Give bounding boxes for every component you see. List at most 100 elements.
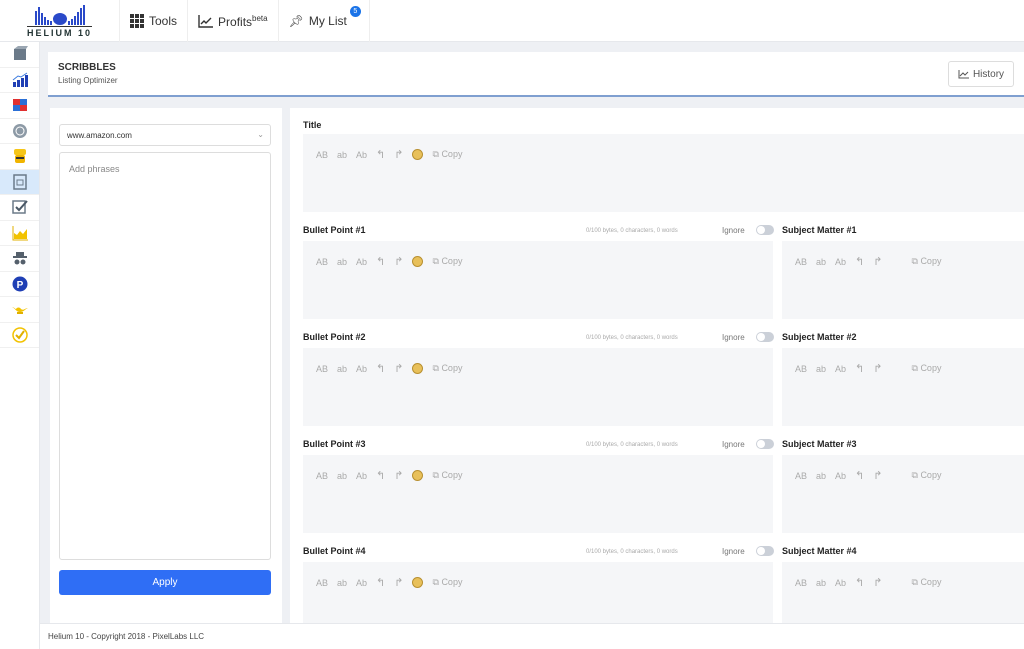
copy-button[interactable]: ⧉ Copy — [432, 149, 462, 160]
subject-matter-field[interactable]: AB ab Ab ↰ ↱ ⧉ Copy — [782, 241, 1024, 319]
undo-icon[interactable]: ↰ — [855, 255, 864, 268]
phrases-textarea[interactable]: Add phrases — [59, 152, 271, 560]
copy-icon: ⧉ — [432, 149, 439, 159]
copy-button[interactable]: ⧉ Copy — [911, 256, 941, 267]
sidebar-item-chef[interactable] — [0, 144, 39, 170]
redo-icon[interactable]: ↱ — [394, 255, 403, 268]
sidebar-item-scribbles[interactable] — [0, 169, 39, 195]
sidebar-item-p[interactable]: P — [0, 272, 39, 297]
copy-button[interactable]: ⧉ Copy — [432, 470, 462, 481]
sidebar-item-spy[interactable] — [0, 246, 39, 272]
subject-matter-label: Subject Matter #3 — [782, 439, 857, 449]
uppercase-button[interactable]: AB — [316, 578, 328, 588]
redo-icon[interactable]: ↱ — [873, 469, 882, 482]
titlecase-button[interactable]: Ab — [356, 257, 367, 267]
tab-profits[interactable]: Profitsbeta — [188, 0, 279, 42]
emoji-icon[interactable] — [412, 577, 424, 588]
subject-matter-label: Subject Matter #1 — [782, 225, 857, 235]
sidebar-item-brain[interactable] — [0, 119, 39, 144]
ignore-toggle[interactable] — [756, 225, 774, 235]
uppercase-button[interactable]: AB — [316, 364, 328, 374]
titlecase-button[interactable]: Ab — [356, 150, 367, 160]
copy-icon: ⧉ — [432, 470, 439, 480]
marketplace-select[interactable]: www.amazon.com ⌄ — [59, 124, 271, 146]
undo-icon[interactable]: ↰ — [855, 576, 864, 589]
check-circle-icon — [11, 327, 28, 343]
lowercase-button[interactable]: ab — [816, 578, 826, 588]
subject-matter-field[interactable]: AB ab Ab ↰ ↱ ⧉ Copy — [782, 348, 1024, 426]
lowercase-button[interactable]: ab — [337, 364, 347, 374]
area-chart-icon — [12, 225, 28, 241]
redo-icon[interactable]: ↱ — [873, 576, 882, 589]
listing-editor: Title AB ab Ab ↰ ↱ ⧉ Copy Bullet Point #… — [290, 108, 1024, 640]
undo-icon[interactable]: ↰ — [855, 469, 864, 482]
lowercase-button[interactable]: ab — [337, 578, 347, 588]
copy-icon: ⧉ — [432, 363, 439, 373]
redo-icon[interactable]: ↱ — [873, 362, 882, 375]
bullet-field[interactable]: AB ab Ab ↰ ↱ ⧉ Copy — [303, 241, 773, 319]
page-subtitle: Listing Optimizer — [58, 76, 118, 85]
undo-icon[interactable]: ↰ — [376, 148, 385, 161]
uppercase-button[interactable]: AB — [795, 471, 807, 481]
ignore-toggle[interactable] — [756, 439, 774, 449]
helium10-logo[interactable]: HELIUM 10 — [0, 0, 120, 42]
undo-icon[interactable]: ↰ — [376, 576, 385, 589]
sidebar-item-bar-chart[interactable] — [0, 68, 39, 93]
copy-button[interactable]: ⧉ Copy — [911, 470, 941, 481]
top-navbar: HELIUM 10 Tools Profitsbeta 📌︎ My List 5 — [0, 0, 1024, 42]
bullet-field[interactable]: AB ab Ab ↰ ↱ ⧉ Copy — [303, 348, 773, 426]
copy-button[interactable]: ⧉ Copy — [911, 577, 941, 588]
undo-icon[interactable]: ↰ — [376, 255, 385, 268]
sidebar-item-cube[interactable] — [0, 42, 39, 68]
lowercase-button[interactable]: ab — [337, 471, 347, 481]
copy-button[interactable]: ⧉ Copy — [911, 363, 941, 374]
undo-icon[interactable]: ↰ — [376, 469, 385, 482]
uppercase-button[interactable]: AB — [795, 578, 807, 588]
uppercase-button[interactable]: AB — [795, 257, 807, 267]
copy-button[interactable]: ⧉ Copy — [432, 256, 462, 267]
undo-icon[interactable]: ↰ — [855, 362, 864, 375]
lowercase-button[interactable]: ab — [816, 471, 826, 481]
lowercase-button[interactable]: ab — [337, 257, 347, 267]
copy-button[interactable]: ⧉ Copy — [432, 577, 462, 588]
title-field[interactable]: AB ab Ab ↰ ↱ ⧉ Copy — [303, 134, 1024, 212]
tab-tools[interactable]: Tools — [120, 0, 189, 42]
titlecase-button[interactable]: Ab — [356, 578, 367, 588]
apply-button[interactable]: Apply — [59, 570, 271, 595]
sidebar-item-area-chart[interactable] — [0, 221, 39, 246]
bullet-field[interactable]: AB ab Ab ↰ ↱ ⧉ Copy — [303, 455, 773, 533]
titlecase-button[interactable]: Ab — [835, 257, 846, 267]
uppercase-button[interactable]: AB — [316, 257, 328, 267]
uppercase-button[interactable]: AB — [795, 364, 807, 374]
emoji-icon[interactable] — [412, 470, 424, 481]
emoji-icon[interactable] — [412, 363, 424, 374]
sidebar-item-checkbox[interactable] — [0, 195, 39, 221]
undo-icon[interactable]: ↰ — [376, 362, 385, 375]
emoji-icon[interactable] — [412, 256, 424, 267]
sidebar-item-genie[interactable] — [0, 297, 39, 323]
redo-icon[interactable]: ↱ — [394, 469, 403, 482]
subject-matter-field[interactable]: AB ab Ab ↰ ↱ ⧉ Copy — [782, 455, 1024, 533]
redo-icon[interactable]: ↱ — [394, 148, 403, 161]
ignore-toggle[interactable] — [756, 546, 774, 556]
lowercase-button[interactable]: ab — [816, 364, 826, 374]
redo-icon[interactable]: ↱ — [394, 576, 403, 589]
lowercase-button[interactable]: ab — [337, 150, 347, 160]
sidebar-item-check-circle[interactable] — [0, 323, 39, 348]
copy-button[interactable]: ⧉ Copy — [432, 363, 462, 374]
redo-icon[interactable]: ↱ — [873, 255, 882, 268]
titlecase-button[interactable]: Ab — [356, 364, 367, 374]
lowercase-button[interactable]: ab — [816, 257, 826, 267]
uppercase-button[interactable]: AB — [316, 471, 328, 481]
titlecase-button[interactable]: Ab — [835, 471, 846, 481]
uppercase-button[interactable]: AB — [316, 150, 328, 160]
redo-icon[interactable]: ↱ — [394, 362, 403, 375]
history-button[interactable]: History — [948, 61, 1014, 87]
ignore-toggle[interactable] — [756, 332, 774, 342]
sidebar-item-puzzle[interactable] — [0, 93, 39, 119]
tab-my-list[interactable]: 📌︎ My List 5 — [279, 0, 370, 42]
titlecase-button[interactable]: Ab — [835, 364, 846, 374]
titlecase-button[interactable]: Ab — [835, 578, 846, 588]
emoji-icon[interactable] — [412, 149, 424, 160]
titlecase-button[interactable]: Ab — [356, 471, 367, 481]
